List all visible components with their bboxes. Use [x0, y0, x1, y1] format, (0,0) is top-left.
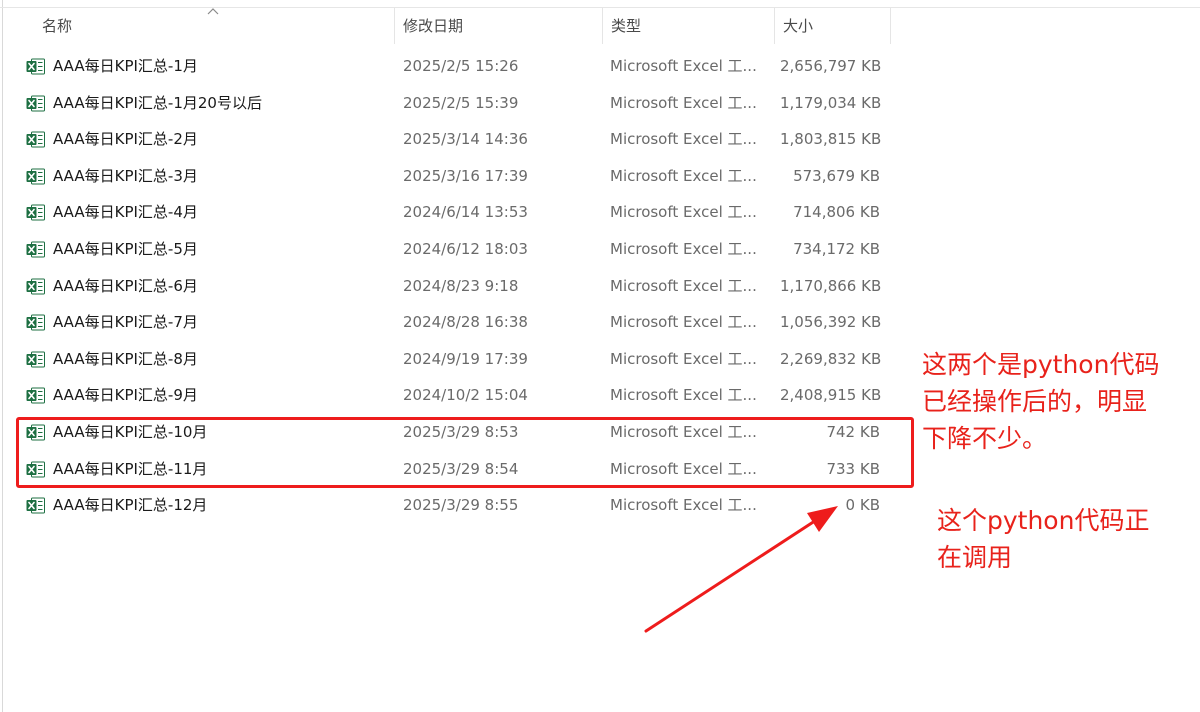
file-name[interactable]: AAA每日KPI汇总-4月: [53, 194, 198, 230]
column-header-date-modified[interactable]: 修改日期: [395, 8, 602, 44]
file-name[interactable]: AAA每日KPI汇总-6月: [53, 268, 198, 304]
file-row[interactable]: AAA每日KPI汇总-5月 2024/6/12 18:03 Microsoft …: [0, 231, 900, 267]
file-row[interactable]: AAA每日KPI汇总-3月 2025/3/16 17:39 Microsoft …: [0, 158, 900, 194]
excel-file-icon: [26, 387, 45, 404]
excel-file-icon: [26, 314, 45, 331]
running-file-note: 这个python代码正 在调用: [937, 502, 1187, 576]
column-header-type[interactable]: 类型: [603, 8, 774, 44]
file-size: 1,179,034 KB: [780, 93, 882, 112]
file-date-modified: 2024/8/28 16:38: [403, 313, 528, 332]
file-size: 1,803,815 KB: [780, 130, 882, 149]
note-line: 下降不少。: [922, 424, 1048, 453]
file-size: 2,269,832 KB: [780, 349, 882, 368]
processed-files-note: 这两个是python代码 已经操作后的，明显 下降不少。: [922, 346, 1192, 457]
column-header-row: 名称 修改日期 类型 大小: [0, 8, 1200, 44]
file-size: 734,172 KB: [793, 240, 880, 258]
file-type: Microsoft Excel 工...: [610, 313, 757, 332]
file-row[interactable]: AAA每日KPI汇总-8月 2024/9/19 17:39 Microsoft …: [0, 341, 900, 377]
file-name[interactable]: AAA每日KPI汇总-7月: [53, 304, 198, 340]
file-name[interactable]: AAA每日KPI汇总-3月: [53, 158, 198, 194]
file-size: 2,656,797 KB: [780, 57, 882, 75]
excel-file-icon: [26, 351, 45, 368]
file-size: 1,170,866 KB: [780, 276, 882, 295]
note-line: 这两个是python代码: [922, 350, 1160, 379]
excel-file-icon: [26, 131, 45, 148]
note-line: 在调用: [937, 543, 1013, 572]
file-date-modified: 2025/3/16 17:39: [403, 166, 528, 185]
excel-file-icon: [26, 241, 45, 258]
file-row[interactable]: AAA每日KPI汇总-12月 2025/3/29 8:55 Microsoft …: [0, 487, 900, 523]
file-date-modified: 2024/10/2 15:04: [403, 386, 528, 405]
file-type: Microsoft Excel 工...: [610, 349, 757, 368]
file-date-modified: 2024/6/12 18:03: [403, 240, 528, 258]
file-name[interactable]: AAA每日KPI汇总-8月: [53, 341, 198, 377]
file-name[interactable]: AAA每日KPI汇总-5月: [53, 231, 198, 267]
file-type: Microsoft Excel 工...: [610, 166, 757, 185]
highlight-box: [16, 417, 914, 488]
file-type: Microsoft Excel 工...: [610, 93, 757, 112]
file-name[interactable]: AAA每日KPI汇总-9月: [53, 377, 198, 413]
file-size: 2,408,915 KB: [780, 386, 882, 405]
excel-file-icon: [26, 58, 45, 75]
file-size: 714,806 KB: [793, 203, 880, 222]
file-row[interactable]: AAA每日KPI汇总-1月20号以后 2025/2/5 15:39 Micros…: [0, 85, 900, 121]
file-type: Microsoft Excel 工...: [610, 57, 757, 75]
excel-file-icon: [26, 168, 45, 185]
file-name[interactable]: AAA每日KPI汇总-1月20号以后: [53, 85, 262, 121]
file-type: Microsoft Excel 工...: [610, 496, 757, 515]
file-date-modified: 2024/8/23 9:18: [403, 276, 519, 295]
file-type: Microsoft Excel 工...: [610, 276, 757, 295]
file-date-modified: 2025/3/29 8:55: [403, 496, 519, 515]
excel-file-icon: [26, 95, 45, 112]
file-name[interactable]: AAA每日KPI汇总-1月: [53, 48, 198, 84]
file-type: Microsoft Excel 工...: [610, 240, 757, 258]
file-date-modified: 2024/6/14 13:53: [403, 203, 528, 222]
file-size: 573,679 KB: [793, 166, 880, 185]
column-header-name[interactable]: 名称: [30, 8, 394, 44]
file-row[interactable]: AAA每日KPI汇总-7月 2024/8/28 16:38 Microsoft …: [0, 304, 900, 340]
file-date-modified: 2025/2/5 15:26: [403, 57, 519, 75]
file-row[interactable]: AAA每日KPI汇总-4月 2024/6/14 13:53 Microsoft …: [0, 194, 900, 230]
file-date-modified: 2025/2/5 15:39: [403, 93, 519, 112]
excel-file-icon: [26, 497, 45, 514]
file-row[interactable]: AAA每日KPI汇总-2月 2025/3/14 14:36 Microsoft …: [0, 121, 900, 157]
file-name[interactable]: AAA每日KPI汇总-12月: [53, 487, 207, 523]
excel-file-icon: [26, 204, 45, 221]
excel-file-icon: [26, 278, 45, 295]
file-row[interactable]: AAA每日KPI汇总-9月 2024/10/2 15:04 Microsoft …: [0, 377, 900, 413]
file-type: Microsoft Excel 工...: [610, 386, 757, 405]
file-type: Microsoft Excel 工...: [610, 130, 757, 149]
file-date-modified: 2024/9/19 17:39: [403, 349, 528, 368]
file-row[interactable]: AAA每日KPI汇总-6月 2024/8/23 9:18 Microsoft E…: [0, 268, 900, 304]
file-type: Microsoft Excel 工...: [610, 203, 757, 222]
file-size: 1,056,392 KB: [780, 313, 882, 332]
file-size: 0 KB: [845, 496, 880, 515]
file-name[interactable]: AAA每日KPI汇总-2月: [53, 121, 198, 157]
note-line: 这个python代码正: [937, 506, 1150, 535]
column-separator[interactable]: [890, 8, 891, 44]
file-date-modified: 2025/3/14 14:36: [403, 130, 528, 149]
column-header-size[interactable]: 大小: [775, 8, 890, 44]
file-row[interactable]: AAA每日KPI汇总-1月 2025/2/5 15:26 Microsoft E…: [0, 48, 900, 84]
note-line: 已经操作后的，明显: [922, 387, 1148, 416]
